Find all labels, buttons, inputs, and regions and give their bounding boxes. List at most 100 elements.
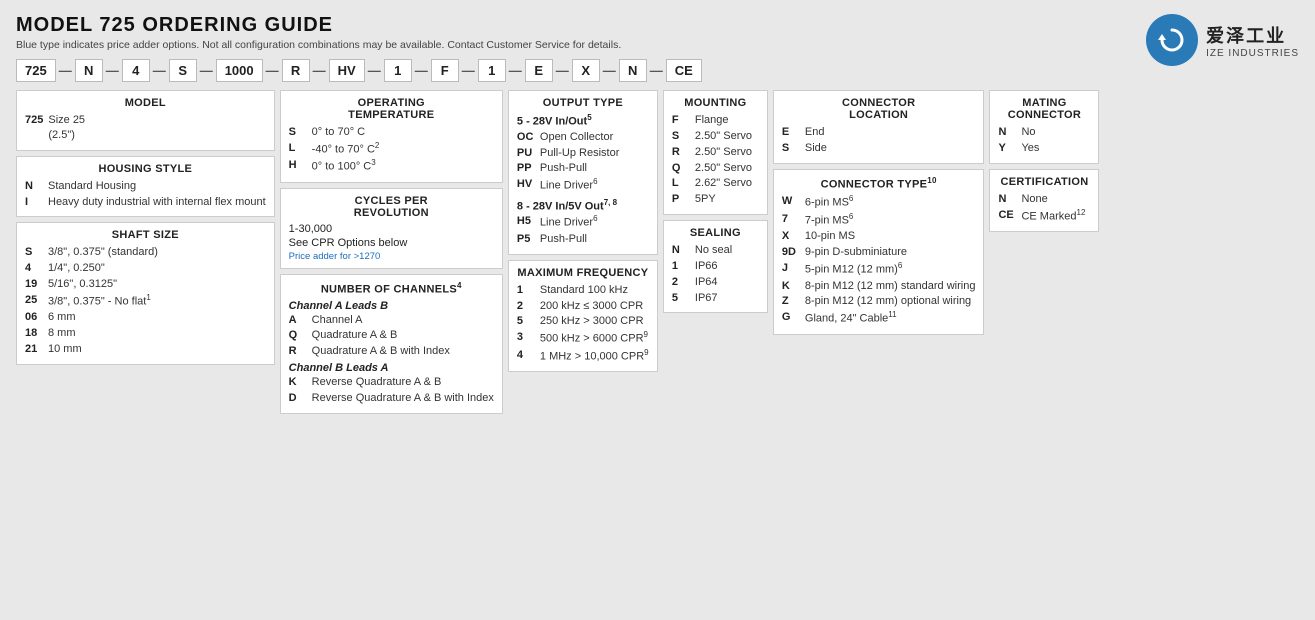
cpr-note: Price adder for >1270 (289, 251, 494, 262)
col-2: OPERATINGTEMPERATURE S 0° to 70° C L -40… (280, 90, 503, 414)
page-title: MODEL 725 ORDERING GUIDE (16, 14, 1299, 37)
mating-title: MATINGCONNECTOR (998, 97, 1090, 121)
conntype-Z: Z 8-pin M12 (12 mm) optional wiring (782, 294, 976, 309)
optemp-L: L -40° to 70° C2 (289, 141, 494, 158)
optemp-S: S 0° to 70° C (289, 125, 494, 140)
seal-2: 2 IP64 (672, 275, 759, 290)
mating-Y: Y Yes (998, 141, 1090, 156)
out-PU: PU Pull-Up Resistor (517, 146, 649, 161)
col-5: CONNECTORLOCATION E End S Side CONNECTOR… (773, 90, 985, 335)
mount-S: S 2.50" Servo (672, 129, 759, 144)
conntype-G: G Gland, 24" Cable11 (782, 310, 976, 327)
code-bar: 725 — N — 4 — S — 1000 — R — HV — 1 — F … (16, 59, 1299, 82)
cpr-range: 1-30,000 (289, 223, 494, 235)
mount-P: P 5PY (672, 192, 759, 207)
housing-N: N Standard Housing (25, 179, 266, 194)
shaft-21: 21 10 mm (25, 342, 266, 357)
conntype-K: K 8-pin M12 (12 mm) standard wiring (782, 279, 976, 294)
mount-Q: Q 2.50" Servo (672, 161, 759, 176)
code-E: E (525, 59, 553, 82)
mount-R: R 2.50" Servo (672, 145, 759, 160)
out-PP: PP Push-Pull (517, 161, 649, 176)
output-group1-label: 5 - 28V In/Out5 (517, 113, 649, 128)
cpr-title: CYCLES PERREVOLUTION (289, 195, 494, 219)
sealing-title: SEALING (672, 227, 759, 239)
shaft-18: 18 8 mm (25, 326, 266, 341)
code-R: R (282, 59, 310, 82)
code-N: N (75, 59, 103, 82)
cert-N: N None (998, 192, 1090, 207)
cpr-see: See CPR Options below (289, 237, 494, 249)
optemp-title: OPERATINGTEMPERATURE (289, 97, 494, 121)
section-housing: HOUSING STYLE N Standard Housing I Heavy… (16, 156, 275, 218)
mount-F: F Flange (672, 113, 759, 128)
mating-N: N No (998, 125, 1090, 140)
conntype-X: X 10-pin MS (782, 229, 976, 244)
section-output: OUTPUT TYPE 5 - 28V In/Out5 OC Open Coll… (508, 90, 658, 255)
seal-1: 1 IP66 (672, 259, 759, 274)
code-1b: 1 (478, 59, 506, 82)
maxfreq-title: MAXIMUM FREQUENCY (517, 267, 649, 279)
logo-english: IZE INDUSTRIES (1206, 48, 1299, 59)
connloc-S: S Side (782, 141, 976, 156)
seal-5: 5 IP67 (672, 291, 759, 306)
ch-R: R Quadrature A & B with Index (289, 344, 494, 359)
out-P5: P5 Push-Pull (517, 232, 649, 247)
code-1000: 1000 (216, 59, 263, 82)
sections-row: MODEL 725 Size 25(2.5") HOUSING STYLE N … (16, 90, 1299, 414)
connloc-E: E End (782, 125, 976, 140)
freq-2: 2 200 kHz ≤ 3000 CPR (517, 299, 649, 314)
logo-chinese: 爱泽工业 (1206, 22, 1299, 48)
code-F: F (431, 59, 459, 82)
col-3: OUTPUT TYPE 5 - 28V In/Out5 OC Open Coll… (508, 90, 658, 372)
col-6: MATINGCONNECTOR N No Y Yes CERTIFICATION… (989, 90, 1099, 232)
output-title: OUTPUT TYPE (517, 97, 649, 109)
section-conn-loc: CONNECTORLOCATION E End S Side (773, 90, 985, 164)
cert-title: CERTIFICATION (998, 176, 1090, 188)
optemp-H: H 0° to 100° C3 (289, 158, 494, 175)
mounting-title: MOUNTING (672, 97, 759, 109)
out-OC: OC Open Collector (517, 130, 649, 145)
shaft-title: SHAFT SIZE (25, 229, 266, 241)
code-Nb: N (619, 59, 647, 82)
code-X: X (572, 59, 600, 82)
code-4: 4 (122, 59, 150, 82)
housing-I: I Heavy duty industrial with internal fl… (25, 195, 266, 210)
col-4: MOUNTING F Flange S 2.50" Servo R 2.50" … (663, 90, 768, 313)
shaft-4: 4 1/4", 0.250" (25, 261, 266, 276)
cert-CE: CE CE Marked12 (998, 208, 1090, 225)
section-maxfreq: MAXIMUM FREQUENCY 1 Standard 100 kHz 2 2… (508, 260, 658, 373)
section-mounting: MOUNTING F Flange S 2.50" Servo R 2.50" … (663, 90, 768, 215)
section-channels: NUMBER OF CHANNELS4 Channel A Leads B A … (280, 274, 503, 414)
logo-icon (1146, 14, 1198, 66)
code-S: S (169, 59, 197, 82)
freq-5: 5 250 kHz > 3000 CPR (517, 314, 649, 329)
ch-D: D Reverse Quadrature A & B with Index (289, 391, 494, 406)
shaft-25: 25 3/8", 0.375" - No flat1 (25, 293, 266, 310)
logo-area: 爱泽工业 IZE INDUSTRIES (1146, 14, 1299, 66)
conntype-7: 7 7-pin MS6 (782, 212, 976, 229)
section-mating: MATINGCONNECTOR N No Y Yes (989, 90, 1099, 164)
ch-K: K Reverse Quadrature A & B (289, 375, 494, 390)
freq-3: 3 500 kHz > 6000 CPR9 (517, 330, 649, 347)
section-cert: CERTIFICATION N None CE CE Marked12 (989, 169, 1099, 232)
conntype-9D: 9D 9-pin D-subminiature (782, 245, 976, 260)
out-H5: H5 Line Driver6 (517, 214, 649, 231)
housing-title: HOUSING STYLE (25, 163, 266, 175)
section-optemp: OPERATINGTEMPERATURE S 0° to 70° C L -40… (280, 90, 503, 183)
section-shaft: SHAFT SIZE S 3/8", 0.375" (standard) 4 1… (16, 222, 275, 365)
output-group2-label: 8 - 28V In/5V Out7, 8 (517, 198, 649, 213)
ch-Q: Q Quadrature A & B (289, 328, 494, 343)
section-sealing: SEALING N No seal 1 IP66 2 IP64 5 (663, 220, 768, 313)
section-conn-type: CONNECTOR TYPE10 W 6-pin MS6 7 7-pin MS6… (773, 169, 985, 335)
code-CE: CE (666, 59, 702, 82)
logo-text: 爱泽工业 IZE INDUSTRIES (1206, 22, 1299, 59)
seal-N: N No seal (672, 243, 759, 258)
mount-L: L 2.62" Servo (672, 176, 759, 191)
subtitle: Blue type indicates price adder options.… (16, 39, 1299, 51)
channels-sub2: Channel B Leads A (289, 362, 494, 374)
freq-4: 4 1 MHz > 10,000 CPR9 (517, 348, 649, 365)
shaft-S: S 3/8", 0.375" (standard) (25, 245, 266, 260)
code-1: 1 (384, 59, 412, 82)
code-HV: HV (329, 59, 365, 82)
